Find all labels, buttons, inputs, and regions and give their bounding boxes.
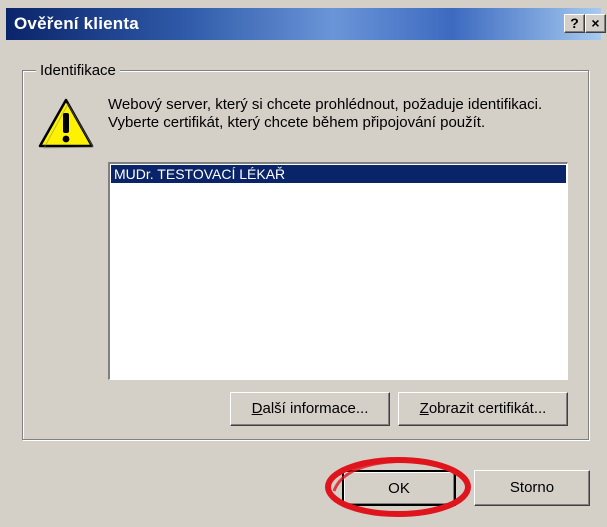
instruction-text: Webový server, který si chcete prohlédno… — [108, 96, 543, 131]
more-info-label: alší informace... — [262, 400, 369, 417]
more-info-mnemonic: D — [251, 400, 263, 417]
view-certificate-label: obrazit certifikát... — [428, 400, 547, 417]
cancel-button[interactable]: Storno — [474, 470, 590, 506]
certificate-item[interactable]: MUDr. TESTOVACÍ LÉKAŘ — [111, 165, 566, 183]
more-info-button[interactable]: Další informace... — [230, 392, 390, 426]
client-auth-dialog: Ověření klienta ? × Identifikace Webový … — [0, 0, 607, 527]
group-label: Identifikace — [36, 62, 120, 79]
warning-triangle-icon — [38, 98, 94, 149]
title-bar[interactable]: Ověření klienta ? × — [6, 8, 606, 40]
window-title: Ověření klienta — [14, 14, 139, 33]
certificate-list[interactable]: MUDr. TESTOVACÍ LÉKAŘ — [108, 162, 568, 380]
view-certificate-mnemonic: Z — [419, 400, 429, 417]
help-icon[interactable]: ? — [564, 14, 585, 33]
view-certificate-button[interactable]: Zobrazit certifikát... — [398, 392, 568, 426]
close-icon[interactable]: × — [585, 14, 606, 33]
ok-button[interactable]: OK — [342, 470, 456, 506]
